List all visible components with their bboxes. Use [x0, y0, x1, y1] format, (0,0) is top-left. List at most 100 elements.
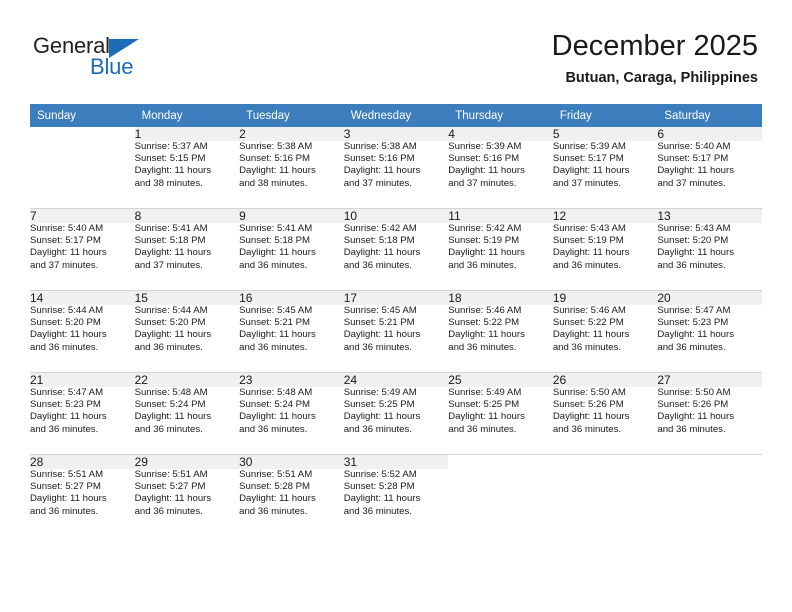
day-number[interactable]: 8 [134, 208, 240, 223]
day-sunrise-text: Sunrise: 5:48 AM [134, 387, 208, 398]
day-number[interactable]: 28 [30, 454, 135, 469]
day-sunset-text: Sunset: 5:21 PM [343, 317, 415, 329]
page-subtitle: Butuan, Caraga, Philippines [565, 70, 758, 86]
day-number[interactable]: 10 [343, 208, 449, 223]
day-info: Sunrise: 5:47 AM Sunset: 5:23 PM Daylight:… [657, 305, 762, 365]
day-number[interactable]: 11 [448, 208, 553, 223]
day-info: Sunrise: 5:51 AM Sunset: 5:27 PM Daylight:… [135, 469, 240, 529]
day-number[interactable]: 5 [552, 127, 658, 141]
page-header: General Blue December 2025 Butuan, Carag… [0, 0, 792, 104]
week-separator [30, 529, 762, 536]
day-number[interactable]: 20 [657, 290, 762, 305]
day-number[interactable]: 15 [134, 290, 240, 305]
day-daylight-text: Daylight: 11 hours [30, 247, 107, 259]
day-sunrise-text: Sunrise: 5:43 AM [657, 223, 731, 234]
day-sunrise-text: Sunrise: 5:44 AM [134, 305, 208, 316]
day-sunset-text: Sunset: 5:27 PM [134, 481, 206, 493]
day-daylight-cont-text: and 36 minutes. [552, 259, 622, 271]
week-daynumber-row: 28 29 30 31 [30, 454, 762, 469]
day-number[interactable]: 9 [239, 208, 344, 223]
brand-logo[interactable]: General Blue [33, 33, 213, 81]
day-number[interactable]: 19 [552, 290, 658, 305]
day-info: Sunrise: 5:40 AM Sunset: 5:17 PM Daylight:… [30, 223, 135, 283]
day-number[interactable]: 22 [134, 372, 240, 387]
day-number[interactable]: 18 [448, 290, 553, 305]
day-info: Sunrise: 5:37 AM Sunset: 5:15 PM Daylight:… [135, 141, 240, 201]
day-info: Sunrise: 5:50 AM Sunset: 5:26 PM Daylight:… [553, 387, 658, 447]
day-daylight-text: Daylight: 11 hours [239, 165, 316, 177]
day-number[interactable]: 30 [239, 454, 344, 469]
day-daylight-cont-text: and 36 minutes. [134, 341, 203, 353]
weekday-header-sunday: Sunday [30, 104, 135, 127]
weekday-header-friday: Friday [552, 104, 658, 127]
calendar-body: 1 2 3 4 5 6 Sunrise: 5:37 AM Sunset: 5:15 PM Day… [30, 127, 762, 536]
day-sunset-text: Sunset: 5:24 PM [239, 399, 311, 411]
day-sunrise-text: Sunrise: 5:50 AM [552, 387, 626, 398]
day-number[interactable]: 25 [448, 372, 553, 387]
day-info: Sunrise: 5:39 AM Sunset: 5:16 PM Daylight:… [448, 141, 553, 201]
day-number[interactable]: 21 [30, 372, 135, 387]
day-cell-empty [30, 127, 135, 141]
day-daylight-cont-text: and 36 minutes. [448, 423, 517, 435]
day-info: Sunrise: 5:45 AM Sunset: 5:21 PM Daylight:… [239, 305, 344, 365]
day-daylight-cont-text: and 36 minutes. [448, 259, 517, 271]
day-info: Sunrise: 5:43 AM Sunset: 5:20 PM Daylight:… [657, 223, 762, 283]
day-daylight-text: Daylight: 11 hours [239, 411, 316, 423]
day-cell-empty [552, 454, 658, 469]
day-daylight-text: Daylight: 11 hours [343, 247, 421, 259]
day-sunrise-text: Sunrise: 5:47 AM [657, 305, 731, 316]
day-number[interactable]: 4 [448, 127, 553, 141]
brand-name-secondary: Blue [90, 54, 134, 79]
week-detail-row: Sunrise: 5:44 AM Sunset: 5:20 PM Daylight:… [30, 305, 762, 365]
week-daynumber-row: 14 15 16 17 18 19 20 [30, 290, 762, 305]
day-sunrise-text: Sunrise: 5:49 AM [448, 387, 522, 398]
day-number[interactable]: 7 [30, 208, 135, 223]
day-cell-empty [448, 454, 553, 469]
day-number[interactable]: 23 [239, 372, 344, 387]
day-sunset-text: Sunset: 5:26 PM [552, 399, 624, 411]
calendar-header-row: Sunday Monday Tuesday Wednesday Thursday Frid… [30, 104, 762, 127]
day-number[interactable]: 31 [343, 454, 449, 469]
day-daylight-cont-text: and 38 minutes. [134, 177, 203, 189]
day-info: Sunrise: 5:48 AM Sunset: 5:24 PM Daylight:… [239, 387, 344, 447]
day-sunset-text: Sunset: 5:16 PM [239, 153, 311, 165]
day-daylight-text: Daylight: 11 hours [134, 411, 212, 423]
week-separator [30, 201, 762, 209]
day-number[interactable]: 14 [30, 290, 135, 305]
day-number[interactable]: 6 [657, 127, 762, 141]
day-daylight-cont-text: and 36 minutes. [30, 423, 99, 435]
day-sunset-text: Sunset: 5:17 PM [657, 153, 729, 165]
day-daylight-text: Daylight: 11 hours [448, 329, 525, 341]
day-daylight-cont-text: and 36 minutes. [343, 341, 412, 353]
day-info: Sunrise: 5:45 AM Sunset: 5:21 PM Daylight:… [344, 305, 449, 365]
weekday-header-saturday: Saturday [657, 104, 762, 127]
day-number[interactable]: 29 [134, 454, 240, 469]
day-daylight-cont-text: and 36 minutes. [552, 423, 622, 435]
day-sunrise-text: Sunrise: 5:41 AM [134, 223, 208, 234]
day-daylight-cont-text: and 36 minutes. [657, 423, 726, 435]
day-daylight-cont-text: and 36 minutes. [343, 259, 412, 271]
day-number[interactable]: 17 [343, 290, 449, 305]
day-sunset-text: Sunset: 5:20 PM [30, 317, 101, 329]
day-sunset-text: Sunset: 5:24 PM [134, 399, 206, 411]
day-number[interactable]: 26 [552, 372, 658, 387]
day-number[interactable]: 3 [343, 127, 449, 141]
weekday-header-wednesday: Wednesday [343, 104, 449, 127]
day-sunrise-text: Sunrise: 5:40 AM [657, 141, 731, 152]
day-sunset-text: Sunset: 5:28 PM [239, 481, 311, 493]
day-number[interactable]: 27 [657, 372, 762, 387]
day-number[interactable]: 13 [657, 208, 762, 223]
day-sunrise-text: Sunrise: 5:52 AM [343, 469, 417, 480]
day-sunset-text: Sunset: 5:20 PM [657, 235, 729, 247]
day-number[interactable]: 1 [134, 127, 240, 141]
day-sunrise-text: Sunrise: 5:45 AM [343, 305, 417, 316]
day-info: Sunrise: 5:41 AM Sunset: 5:18 PM Daylight:… [239, 223, 344, 283]
day-number[interactable]: 24 [343, 372, 449, 387]
day-number[interactable]: 16 [239, 290, 344, 305]
day-number[interactable]: 12 [552, 208, 658, 223]
day-info: Sunrise: 5:51 AM Sunset: 5:28 PM Daylight:… [239, 469, 344, 529]
day-sunset-text: Sunset: 5:19 PM [448, 235, 520, 247]
week-separator-line [30, 201, 762, 209]
day-daylight-cont-text: and 38 minutes. [239, 177, 308, 189]
day-number[interactable]: 2 [239, 127, 344, 141]
